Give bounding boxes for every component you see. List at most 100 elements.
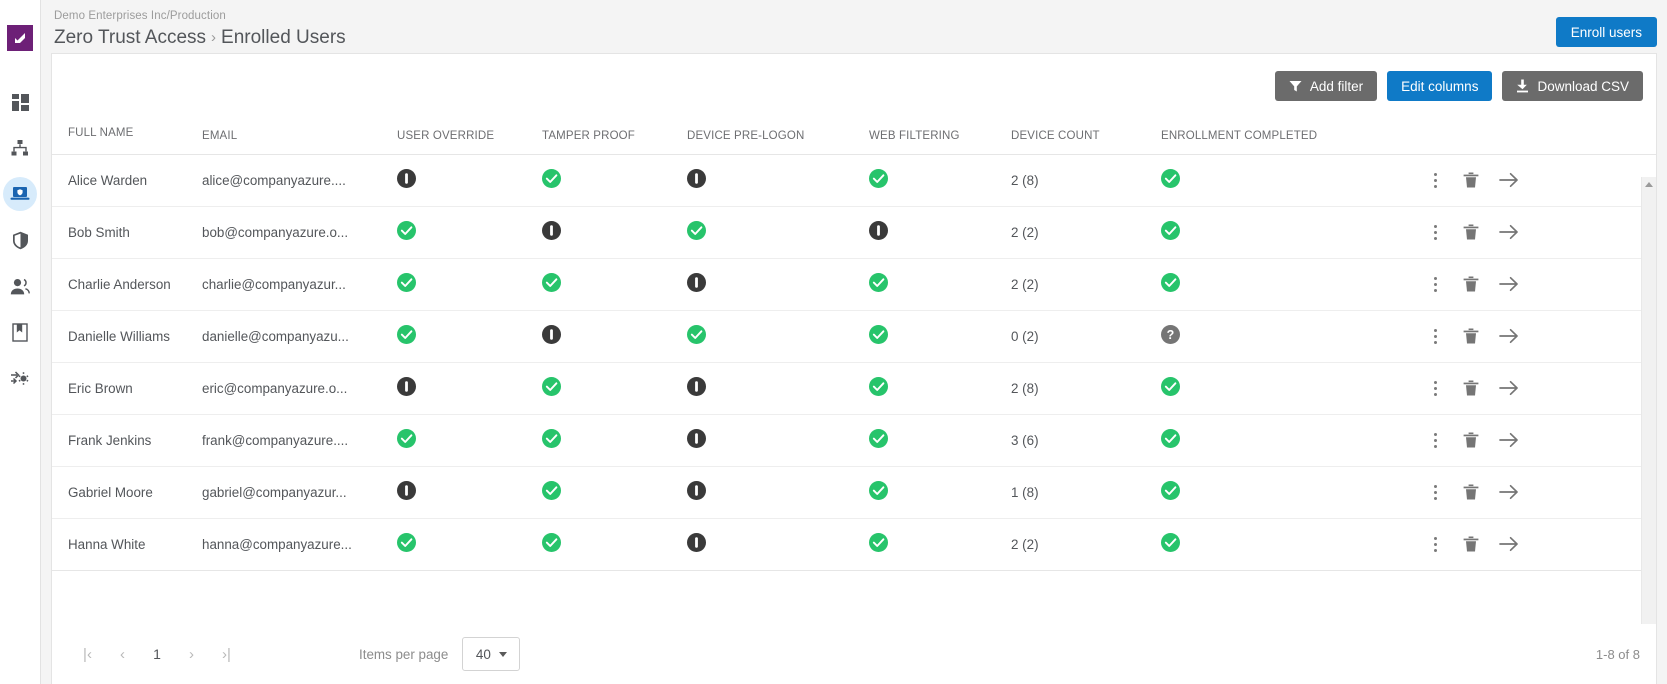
delete-icon[interactable] xyxy=(1463,536,1479,553)
status-unknown-icon[interactable]: ? xyxy=(1161,325,1180,344)
more-options-icon[interactable] xyxy=(1427,536,1443,552)
status-disabled-icon[interactable] xyxy=(397,377,416,396)
column-header-enrollment-completed[interactable]: ENROLLMENT COMPLETED xyxy=(1161,118,1423,154)
items-per-page-select[interactable]: 40 xyxy=(462,637,521,671)
status-disabled-icon[interactable] xyxy=(542,325,561,344)
status-enabled-icon[interactable] xyxy=(542,169,561,188)
prev-page-button[interactable]: ‹ xyxy=(105,637,140,671)
table-row[interactable]: Hanna White hanna@companyazure... 2 (2) xyxy=(52,518,1656,571)
delete-icon[interactable] xyxy=(1463,380,1479,397)
logo-mark[interactable] xyxy=(7,25,33,51)
more-options-icon[interactable] xyxy=(1427,224,1443,240)
status-enabled-icon[interactable] xyxy=(397,273,416,292)
breadcrumb-section[interactable]: Zero Trust Access xyxy=(54,27,206,48)
sidebar-item-settings[interactable] xyxy=(3,361,37,395)
open-details-icon[interactable] xyxy=(1499,432,1519,448)
more-options-icon[interactable] xyxy=(1427,484,1443,500)
status-enabled-icon[interactable] xyxy=(869,273,888,292)
open-details-icon[interactable] xyxy=(1499,276,1519,292)
status-disabled-icon[interactable] xyxy=(542,221,561,240)
open-details-icon[interactable] xyxy=(1499,380,1519,396)
sidebar-item-library[interactable] xyxy=(3,315,37,349)
column-header-device-pre-logon[interactable]: DEVICE PRE-LOGON xyxy=(687,118,869,154)
status-disabled-icon[interactable] xyxy=(869,221,888,240)
status-enabled-icon[interactable] xyxy=(1161,481,1180,500)
scroll-up-icon[interactable] xyxy=(1645,182,1653,187)
open-details-icon[interactable] xyxy=(1499,224,1519,240)
open-details-icon[interactable] xyxy=(1499,484,1519,500)
open-details-icon[interactable] xyxy=(1499,536,1519,552)
status-enabled-icon[interactable] xyxy=(869,169,888,188)
status-enabled-icon[interactable] xyxy=(869,325,888,344)
open-details-icon[interactable] xyxy=(1499,172,1519,188)
column-header-full-name[interactable]: FULL NAME xyxy=(52,118,202,154)
more-options-icon[interactable] xyxy=(1427,328,1443,344)
sidebar-item-zero-trust-access[interactable] xyxy=(3,177,37,211)
delete-icon[interactable] xyxy=(1463,276,1479,293)
table-row[interactable]: Danielle Williams danielle@companyazu... 0… xyxy=(52,310,1656,363)
status-enabled-icon[interactable] xyxy=(869,429,888,448)
last-page-button[interactable]: ›| xyxy=(209,637,244,671)
add-filter-button[interactable]: Add filter xyxy=(1274,71,1378,101)
enroll-users-button[interactable]: Enroll users xyxy=(1555,17,1657,47)
sidebar-item-network[interactable] xyxy=(3,131,37,165)
status-enabled-icon[interactable] xyxy=(397,325,416,344)
delete-icon[interactable] xyxy=(1463,484,1479,501)
vertical-scrollbar[interactable] xyxy=(1641,177,1656,624)
status-disabled-icon[interactable] xyxy=(397,481,416,500)
more-options-icon[interactable] xyxy=(1427,432,1443,448)
more-options-icon[interactable] xyxy=(1427,276,1443,292)
delete-icon[interactable] xyxy=(1463,432,1479,449)
status-enabled-icon[interactable] xyxy=(1161,169,1180,188)
status-enabled-icon[interactable] xyxy=(542,481,561,500)
status-enabled-icon[interactable] xyxy=(1161,377,1180,396)
delete-icon[interactable] xyxy=(1463,328,1479,345)
table-row[interactable]: Alice Warden alice@companyazure.... 2 (8) xyxy=(52,154,1656,207)
current-page-number[interactable]: 1 xyxy=(140,637,174,671)
status-enabled-icon[interactable] xyxy=(1161,429,1180,448)
sidebar-item-security[interactable] xyxy=(3,223,37,257)
status-disabled-icon[interactable] xyxy=(687,481,706,500)
column-header-web-filtering[interactable]: WEB FILTERING xyxy=(869,118,1011,154)
status-enabled-icon[interactable] xyxy=(542,429,561,448)
open-details-icon[interactable] xyxy=(1499,328,1519,344)
column-header-email[interactable]: EMAIL xyxy=(202,118,397,154)
status-enabled-icon[interactable] xyxy=(1161,273,1180,292)
status-disabled-icon[interactable] xyxy=(687,169,706,188)
table-row[interactable]: Eric Brown eric@companyazure.o... 2 (8) xyxy=(52,362,1656,415)
status-enabled-icon[interactable] xyxy=(542,273,561,292)
column-header-device-count[interactable]: DEVICE COUNT xyxy=(1011,118,1161,154)
sidebar-item-dashboard[interactable] xyxy=(3,85,37,119)
status-disabled-icon[interactable] xyxy=(687,429,706,448)
status-disabled-icon[interactable] xyxy=(687,377,706,396)
status-enabled-icon[interactable] xyxy=(542,377,561,396)
status-disabled-icon[interactable] xyxy=(397,169,416,188)
download-csv-button[interactable]: Download CSV xyxy=(1502,71,1643,101)
next-page-button[interactable]: › xyxy=(174,637,209,671)
delete-icon[interactable] xyxy=(1463,224,1479,241)
status-enabled-icon[interactable] xyxy=(687,325,706,344)
status-enabled-icon[interactable] xyxy=(869,377,888,396)
table-row[interactable]: Gabriel Moore gabriel@companyazur... 1 (8) xyxy=(52,466,1656,519)
delete-icon[interactable] xyxy=(1463,172,1479,189)
status-enabled-icon[interactable] xyxy=(397,429,416,448)
status-enabled-icon[interactable] xyxy=(397,221,416,240)
edit-columns-button[interactable]: Edit columns xyxy=(1387,71,1493,101)
status-disabled-icon[interactable] xyxy=(687,273,706,292)
table-row[interactable]: Bob Smith bob@companyazure.o... 2 (2) xyxy=(52,206,1656,259)
more-options-icon[interactable] xyxy=(1427,172,1443,188)
status-disabled-icon[interactable] xyxy=(687,533,706,552)
status-enabled-icon[interactable] xyxy=(869,481,888,500)
status-enabled-icon[interactable] xyxy=(1161,533,1180,552)
table-row[interactable]: Charlie Anderson charlie@companyazur... 2 … xyxy=(52,258,1656,311)
status-enabled-icon[interactable] xyxy=(397,533,416,552)
status-enabled-icon[interactable] xyxy=(687,221,706,240)
first-page-button[interactable]: |‹ xyxy=(70,637,105,671)
status-enabled-icon[interactable] xyxy=(869,533,888,552)
more-options-icon[interactable] xyxy=(1427,380,1443,396)
sidebar-item-users[interactable] xyxy=(3,269,37,303)
column-header-user-override[interactable]: USER OVERRIDE xyxy=(397,118,542,154)
table-row[interactable]: Frank Jenkins frank@companyazure.... 3 (6) xyxy=(52,414,1656,467)
status-enabled-icon[interactable] xyxy=(1161,221,1180,240)
column-header-tamper-proof[interactable]: TAMPER PROOF xyxy=(542,118,687,154)
